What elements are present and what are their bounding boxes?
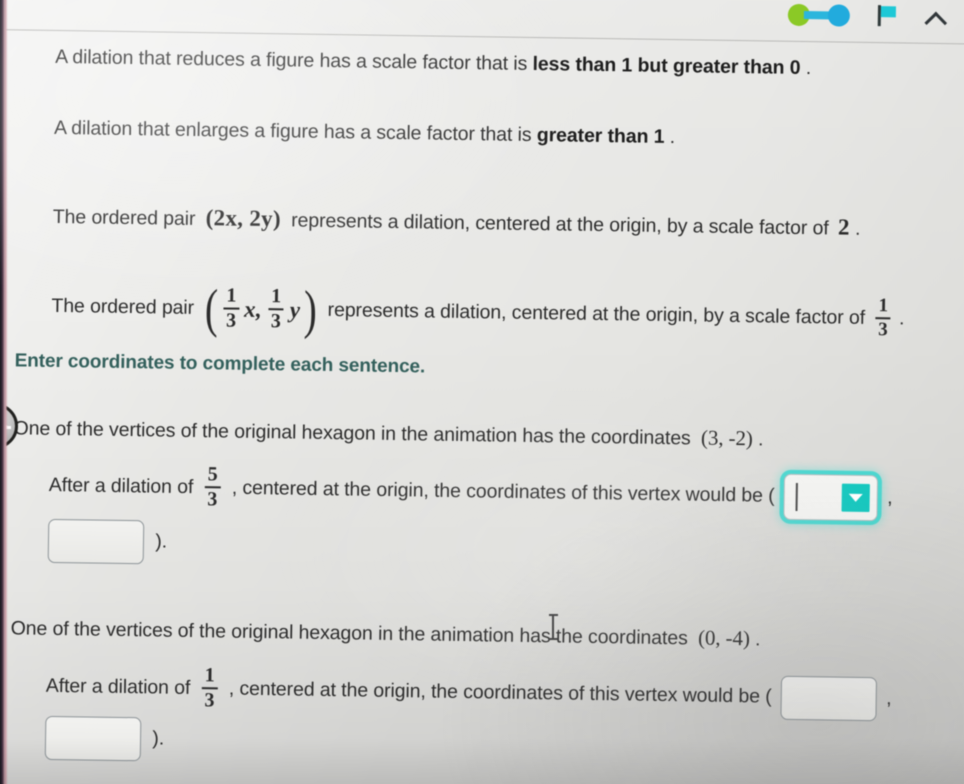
pair-third-frac-y: 1 3 (267, 285, 285, 333)
statement-reduce: A dilation that reduces a figure has a s… (55, 43, 811, 82)
statement-pair-double: The ordered pair (2x, 2y) represents a d… (53, 199, 861, 244)
question-1-close-paren: ). (155, 530, 168, 553)
statement-enlarge-period: . (669, 126, 676, 149)
pair-double-mid: represents a dilation, centered at the o… (291, 209, 829, 240)
toolbar (0, 0, 964, 45)
flag-cloth (880, 6, 897, 18)
pair-third-period: . (898, 307, 905, 330)
pair-double-period: . (854, 217, 861, 240)
question-2-scale-factor: 1 3 (201, 664, 218, 712)
question-2-prompt: One of the vertices of the original hexa… (10, 612, 761, 654)
pair-third-frac-y-den: 3 (270, 309, 281, 333)
question-1-scale-factor: 5 3 (204, 463, 221, 511)
question-1-answer-row: After a dilation of 5 3 , centered at th… (48, 463, 893, 522)
question-2-x-input[interactable] (780, 675, 878, 721)
question-1-scale-den: 3 (207, 488, 218, 511)
question-2-prompt-period: . (754, 628, 761, 651)
screen-photo: A dilation that reduces a figure has a s… (0, 0, 964, 784)
pair-third-frac-x: 1 3 (223, 284, 240, 332)
question-2-answer-mid: , centered at the origin, the coordinate… (228, 677, 772, 708)
segment-endpoint-cyan (827, 4, 851, 27)
chevron-up-icon[interactable] (924, 7, 950, 27)
question-2-prompt-coords: (0, -4) (697, 625, 751, 651)
question-1-prompt-period: . (757, 428, 764, 451)
pair-third-scale-factor: 1 3 (875, 295, 891, 341)
pair-third-expression: ( 1 3 x, 1 3 y ) (202, 277, 320, 340)
question-1-answer-mid: , centered at the origin, the coordinate… (231, 476, 775, 507)
question-2-comma: , (886, 687, 892, 710)
question-1-y-input[interactable] (47, 518, 145, 565)
pair-third-scale-den: 3 (878, 318, 888, 341)
flag-icon[interactable] (876, 5, 898, 27)
cursor-stem (552, 616, 554, 638)
question-2-answer-lead: After a dilation of (45, 674, 191, 699)
question-1-answer-row-2: ). (47, 518, 168, 565)
mouse-text-cursor (549, 614, 558, 640)
pair-third-scale-num: 1 (878, 295, 889, 317)
pair-third-open-paren: ( (204, 277, 219, 339)
question-1-prompt-coords: (3, -2) (700, 425, 753, 451)
text-caret (795, 482, 799, 511)
question-2-prompt-lead: One of the vertices of the original hexa… (10, 617, 688, 650)
pair-third-frac-y-num: 1 (271, 285, 282, 308)
statement-enlarge-answer: greater than 1 (536, 124, 665, 148)
toolbar-icon-group (787, 3, 950, 28)
question-1-prompt-lead: One of the vertices of the original hexa… (13, 417, 691, 450)
question-2-answer-row-2: ). (44, 715, 165, 762)
pair-third-var-x: x, (243, 296, 263, 323)
pair-third-frac-x-num: 1 (226, 284, 237, 307)
statement-reduce-lead: A dilation that reduces a figure has a s… (54, 45, 528, 75)
question-1-answer-lead: After a dilation of (48, 474, 194, 499)
pair-third-mid: represents a dilation, centered at the o… (327, 298, 866, 329)
pair-double-ordered-pair: (2x, 2y) (205, 205, 282, 232)
question-1-scale-num: 5 (207, 463, 218, 486)
cursor-bottom-cap (549, 638, 558, 640)
pair-third-close-paren: ) (303, 279, 318, 340)
statement-enlarge-lead: A dilation that enlarges a figure has a … (53, 116, 532, 146)
question-2-y-input[interactable] (44, 715, 142, 762)
question-2-scale-den: 3 (204, 688, 215, 712)
pair-double-lead: The ordered pair (52, 205, 196, 231)
pair-third-var-y: y (289, 297, 301, 323)
screen-bezel-left-highlight (5, 0, 8, 784)
chevron-down-icon (848, 493, 863, 502)
worksheet-page: A dilation that reduces a figure has a s… (0, 0, 964, 784)
toolbar-divider (0, 28, 964, 45)
question-1-comma: , (887, 486, 893, 509)
page-instruction-heading: Enter coordinates to complete each sente… (14, 350, 426, 378)
question-2-scale-num: 1 (204, 664, 215, 687)
statement-enlarge: A dilation that enlarges a figure has a … (54, 114, 675, 151)
question-1-x-dropdown-button[interactable] (841, 483, 871, 513)
statement-reduce-answer: less than 1 but greater than 0 (532, 52, 801, 79)
statement-reduce-period: . (805, 57, 812, 80)
segment-tool-icon[interactable] (787, 3, 851, 27)
pair-double-factor: 2 (837, 214, 850, 240)
question-1-x-input[interactable] (783, 473, 879, 522)
pair-third-frac-x-den: 3 (225, 309, 237, 332)
pair-third-lead: The ordered pair (51, 294, 195, 319)
question-2-answer-row: After a dilation of 1 3 , centered at th… (45, 664, 892, 722)
statement-pair-third: The ordered pair ( 1 3 x, 1 3 y ) repres… (51, 277, 905, 342)
question-2-close-paren: ). (152, 727, 165, 750)
question-1-prompt: One of the vertices of the original hexa… (13, 412, 763, 454)
